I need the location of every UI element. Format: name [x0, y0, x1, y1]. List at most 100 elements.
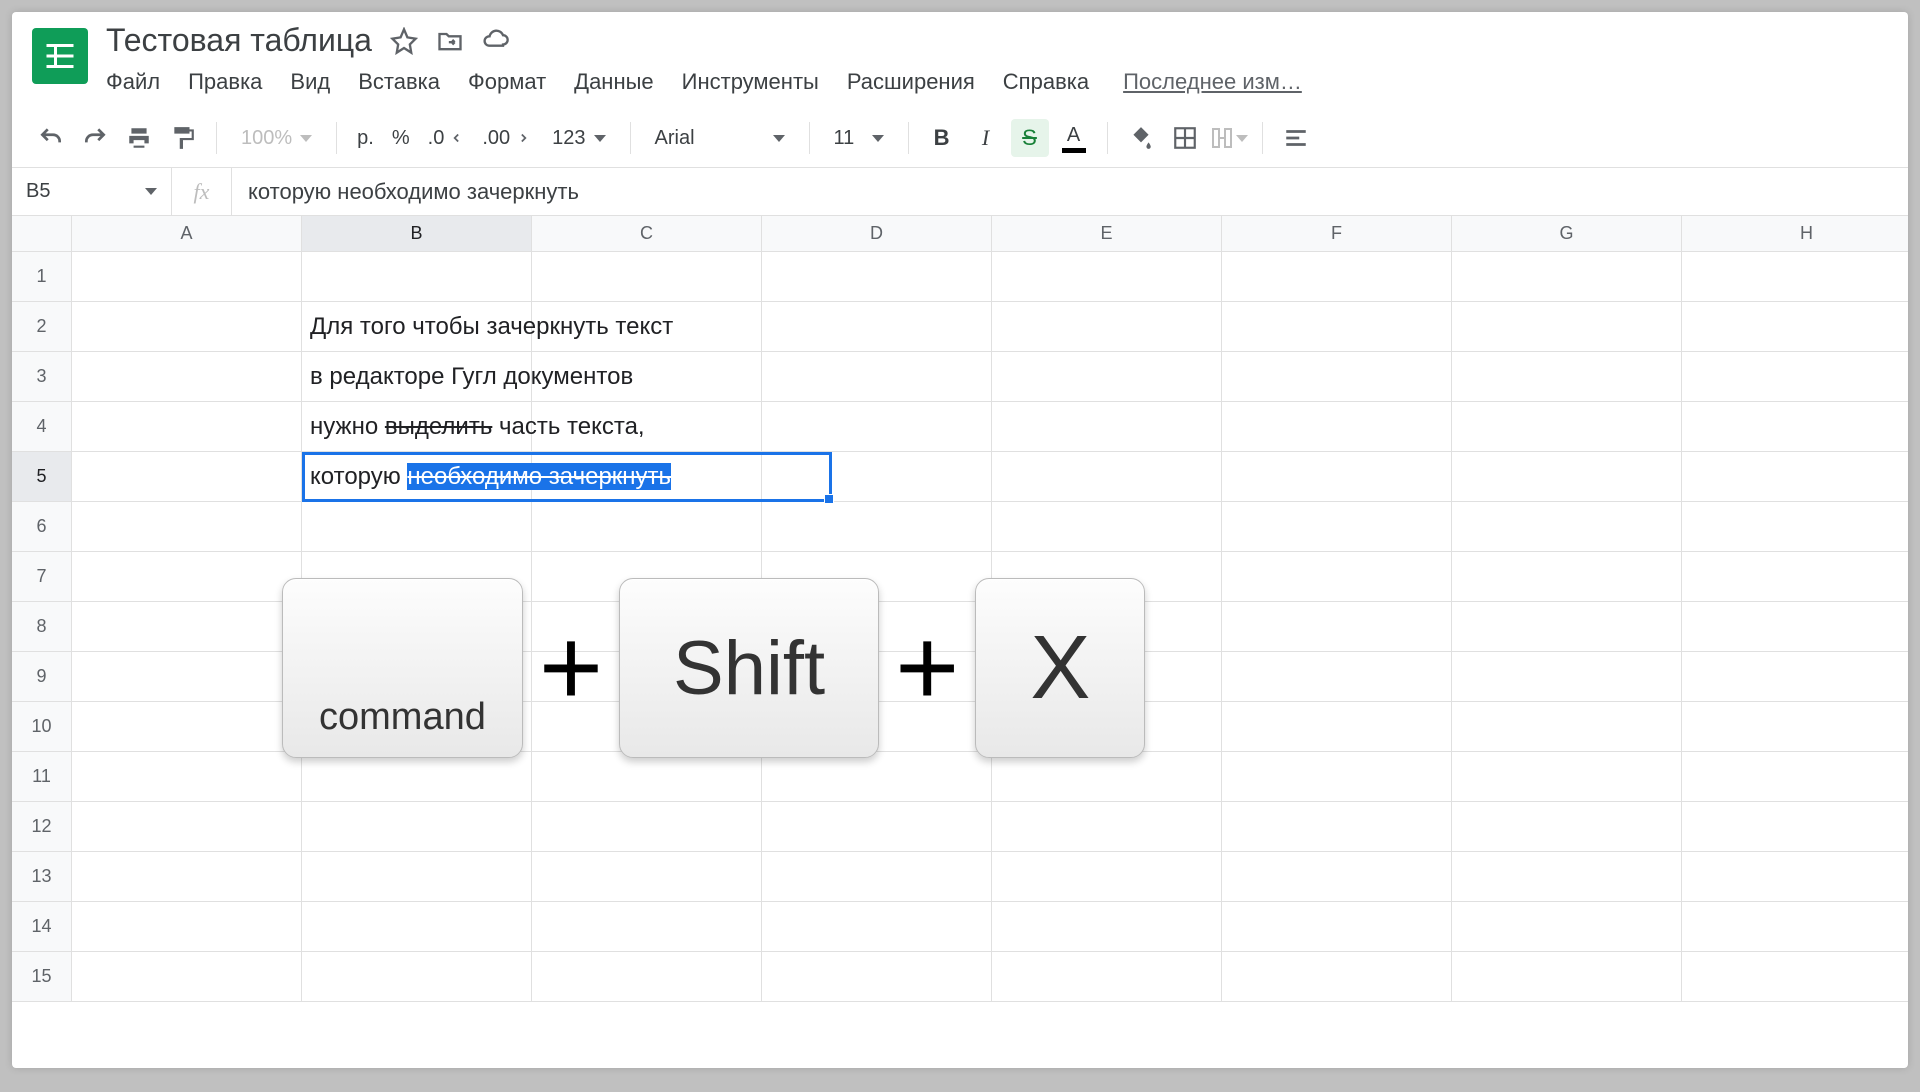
formula-input[interactable]: которую необходимо зачеркнуть: [232, 179, 1908, 205]
menu-data[interactable]: Данные: [574, 69, 653, 95]
row-header-11[interactable]: 11: [12, 752, 72, 802]
cell-B14[interactable]: [302, 902, 532, 952]
cell-E14[interactable]: [992, 902, 1222, 952]
cell-H1[interactable]: [1682, 252, 1908, 302]
percent-button[interactable]: %: [386, 127, 416, 150]
col-header-H[interactable]: H: [1682, 216, 1908, 252]
cell-F7[interactable]: [1222, 552, 1452, 602]
cell-D15[interactable]: [762, 952, 992, 1002]
cell-H3[interactable]: [1682, 352, 1908, 402]
cell-F13[interactable]: [1222, 852, 1452, 902]
cell-E11[interactable]: [992, 752, 1222, 802]
cell-D5[interactable]: [762, 452, 992, 502]
cell-G6[interactable]: [1452, 502, 1682, 552]
menu-edit[interactable]: Правка: [188, 69, 262, 95]
menu-tools[interactable]: Инструменты: [682, 69, 819, 95]
cell-F9[interactable]: [1222, 652, 1452, 702]
cell-F6[interactable]: [1222, 502, 1452, 552]
cell-C15[interactable]: [532, 952, 762, 1002]
row-header-1[interactable]: 1: [12, 252, 72, 302]
cell-F4[interactable]: [1222, 402, 1452, 452]
cell-G4[interactable]: [1452, 402, 1682, 452]
cell-E12[interactable]: [992, 802, 1222, 852]
text-color-button[interactable]: A: [1055, 119, 1093, 157]
cell-A10[interactable]: [72, 702, 302, 752]
row-header-3[interactable]: 3: [12, 352, 72, 402]
cell-E2[interactable]: [992, 302, 1222, 352]
cell-H4[interactable]: [1682, 402, 1908, 452]
cell-B11[interactable]: [302, 752, 532, 802]
cell-G1[interactable]: [1452, 252, 1682, 302]
cell-A14[interactable]: [72, 902, 302, 952]
cell-B2[interactable]: Для того чтобы зачеркнуть текст: [302, 302, 532, 352]
cell-C12[interactable]: [532, 802, 762, 852]
cell-A4[interactable]: [72, 402, 302, 452]
cell-F2[interactable]: [1222, 302, 1452, 352]
strikethrough-button[interactable]: S: [1011, 119, 1049, 157]
font-size-dropdown[interactable]: 11: [824, 127, 894, 150]
cell-G3[interactable]: [1452, 352, 1682, 402]
bold-button[interactable]: B: [923, 119, 961, 157]
cell-C1[interactable]: [532, 252, 762, 302]
decrease-decimal-button[interactable]: .0: [422, 127, 471, 150]
sheets-logo-icon[interactable]: [32, 28, 88, 84]
name-box[interactable]: B5: [12, 168, 172, 215]
row-header-13[interactable]: 13: [12, 852, 72, 902]
cell-A8[interactable]: [72, 602, 302, 652]
cell-F5[interactable]: [1222, 452, 1452, 502]
cell-F3[interactable]: [1222, 352, 1452, 402]
cell-D3[interactable]: [762, 352, 992, 402]
document-title[interactable]: Тестовая таблица: [106, 22, 372, 59]
menu-format[interactable]: Формат: [468, 69, 546, 95]
cell-H10[interactable]: [1682, 702, 1908, 752]
paint-format-button[interactable]: [164, 119, 202, 157]
row-header-15[interactable]: 15: [12, 952, 72, 1002]
cell-H7[interactable]: [1682, 552, 1908, 602]
cell-D14[interactable]: [762, 902, 992, 952]
cell-F10[interactable]: [1222, 702, 1452, 752]
cell-B5[interactable]: которую необходимо зачеркнуть: [302, 452, 532, 502]
cell-H2[interactable]: [1682, 302, 1908, 352]
cell-E13[interactable]: [992, 852, 1222, 902]
cell-A15[interactable]: [72, 952, 302, 1002]
redo-button[interactable]: [76, 119, 114, 157]
cell-F15[interactable]: [1222, 952, 1452, 1002]
cell-B1[interactable]: [302, 252, 532, 302]
cell-D4[interactable]: [762, 402, 992, 452]
cell-E6[interactable]: [992, 502, 1222, 552]
cell-F14[interactable]: [1222, 902, 1452, 952]
last-edit-link[interactable]: Последнее изм…: [1123, 69, 1302, 95]
cell-G9[interactable]: [1452, 652, 1682, 702]
cell-H14[interactable]: [1682, 902, 1908, 952]
col-header-D[interactable]: D: [762, 216, 992, 252]
cell-H13[interactable]: [1682, 852, 1908, 902]
more-formats-dropdown[interactable]: 123: [542, 127, 615, 150]
row-header-5[interactable]: 5: [12, 452, 72, 502]
horizontal-align-button[interactable]: [1277, 119, 1315, 157]
row-header-9[interactable]: 9: [12, 652, 72, 702]
cell-D2[interactable]: [762, 302, 992, 352]
row-header-14[interactable]: 14: [12, 902, 72, 952]
currency-button[interactable]: р.: [351, 127, 380, 150]
cell-H12[interactable]: [1682, 802, 1908, 852]
cell-E5[interactable]: [992, 452, 1222, 502]
cell-E15[interactable]: [992, 952, 1222, 1002]
select-all-corner[interactable]: [12, 216, 72, 252]
cell-F12[interactable]: [1222, 802, 1452, 852]
row-header-7[interactable]: 7: [12, 552, 72, 602]
cell-C11[interactable]: [532, 752, 762, 802]
cell-A9[interactable]: [72, 652, 302, 702]
menu-view[interactable]: Вид: [290, 69, 330, 95]
font-dropdown[interactable]: Arial: [645, 127, 795, 150]
cell-G7[interactable]: [1452, 552, 1682, 602]
italic-button[interactable]: I: [967, 119, 1005, 157]
zoom-dropdown[interactable]: 100%: [231, 127, 322, 150]
cell-D1[interactable]: [762, 252, 992, 302]
increase-decimal-button[interactable]: .00: [476, 127, 536, 150]
cell-A3[interactable]: [72, 352, 302, 402]
cell-G5[interactable]: [1452, 452, 1682, 502]
cell-E3[interactable]: [992, 352, 1222, 402]
cell-A5[interactable]: [72, 452, 302, 502]
cell-A1[interactable]: [72, 252, 302, 302]
row-header-2[interactable]: 2: [12, 302, 72, 352]
